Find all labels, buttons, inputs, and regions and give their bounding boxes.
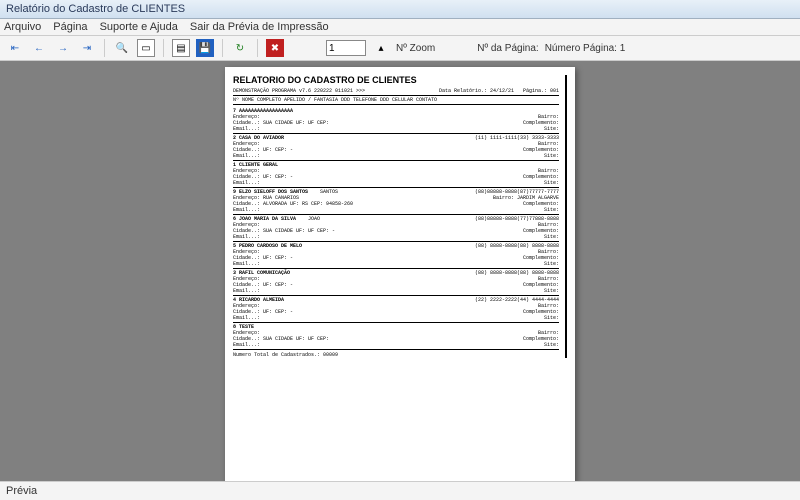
report-entry: 4 RICARDO ALMEIDA (22) 2222-2222(44) 444… [233, 296, 559, 323]
save-button[interactable]: 💾 [196, 39, 214, 57]
report-entry: 1 CLIENTE GERAL Endereço:Bairro:Cidade..… [233, 161, 559, 188]
statusbar: Prévia [0, 481, 800, 500]
report-entries: 7 AAAAAAAAAAAAAAAAAA Endereço:Bairro:Cid… [233, 107, 559, 350]
print-button[interactable]: ▤ [172, 39, 190, 57]
separator [104, 39, 105, 57]
report-subtitle: DEMONSTRAÇÃO PROGRAMA v7.6 220222 011021… [233, 88, 365, 94]
report-entry: 2 CASA DO AVIADOR (11) 1111-1111(33) 333… [233, 134, 559, 161]
report-total: Numero Total de Cadastrados.: 00009 [233, 352, 559, 358]
menu-suporte[interactable]: Suporte e Ajuda [100, 21, 178, 33]
menubar: Arquivo Página Suporte e Ajuda Sair da P… [0, 19, 800, 36]
separator [257, 39, 258, 57]
menu-arquivo[interactable]: Arquivo [4, 21, 41, 33]
menu-sair[interactable]: Sair da Prévia de Impressão [190, 21, 329, 33]
report-page-num: Página.: 001 [523, 88, 559, 94]
separator [163, 39, 164, 57]
next-page-button[interactable]: → [54, 39, 72, 57]
report-date: Data Relatório.: 24/12/21 [439, 88, 514, 94]
preview-viewer[interactable]: RELATORIO DO CADASTRO DE CLIENTES DEMONS… [0, 61, 800, 481]
report-entry: 3 RAFIL COMUNICAÇÃO (88) 8888-8888(88) 8… [233, 269, 559, 296]
page-info: Número Página: 1 [545, 43, 626, 54]
zoom-tool-button[interactable]: 🔍 [113, 39, 131, 57]
report-page: RELATORIO DO CADASTRO DE CLIENTES DEMONS… [225, 67, 575, 481]
page-label: Nº da Página: [477, 43, 538, 54]
report-entry: 9 ELZO SIELOFF DOS SANTOS SANTOS(88)8888… [233, 188, 559, 215]
zoom-stepper[interactable]: ▴ [372, 39, 390, 57]
report-entry: 5 PEDRO CARDOSO DE MELO (88) 8888-8888(8… [233, 242, 559, 269]
first-page-button[interactable]: ⇤ [6, 39, 24, 57]
prev-page-button[interactable]: ← [30, 39, 48, 57]
window-titlebar: Relatório do Cadastro de CLIENTES [0, 0, 800, 19]
report-entry: 8 TESTE Endereço:Bairro:Cidade..: SUA CI… [233, 323, 559, 350]
zoom-input[interactable] [326, 40, 366, 56]
fit-page-button[interactable]: ▭ [137, 39, 155, 57]
menu-pagina[interactable]: Página [53, 21, 87, 33]
report-title: RELATORIO DO CADASTRO DE CLIENTES [233, 75, 559, 86]
export-button[interactable]: ↻ [231, 39, 249, 57]
report-entry: 7 AAAAAAAAAAAAAAAAAA Endereço:Bairro:Cid… [233, 107, 559, 134]
last-page-button[interactable]: ⇥ [78, 39, 96, 57]
close-button[interactable]: ✖ [266, 39, 284, 57]
toolbar: ⇤ ← → ⇥ 🔍 ▭ ▤ 💾 ↻ ✖ ▴ Nº Zoom Nº da Pági… [0, 36, 800, 61]
report-column-header: Nº NOME COMPLETO APELIDO / FANTASIA DDD … [233, 97, 559, 105]
zoom-label: Nº Zoom [396, 43, 435, 54]
window-title: Relatório do Cadastro de CLIENTES [6, 3, 185, 15]
separator [222, 39, 223, 57]
status-text: Prévia [6, 485, 37, 497]
report-entry: 6 JOAO MARIA DA SILVA JOAO(88)88888-8888… [233, 215, 559, 242]
